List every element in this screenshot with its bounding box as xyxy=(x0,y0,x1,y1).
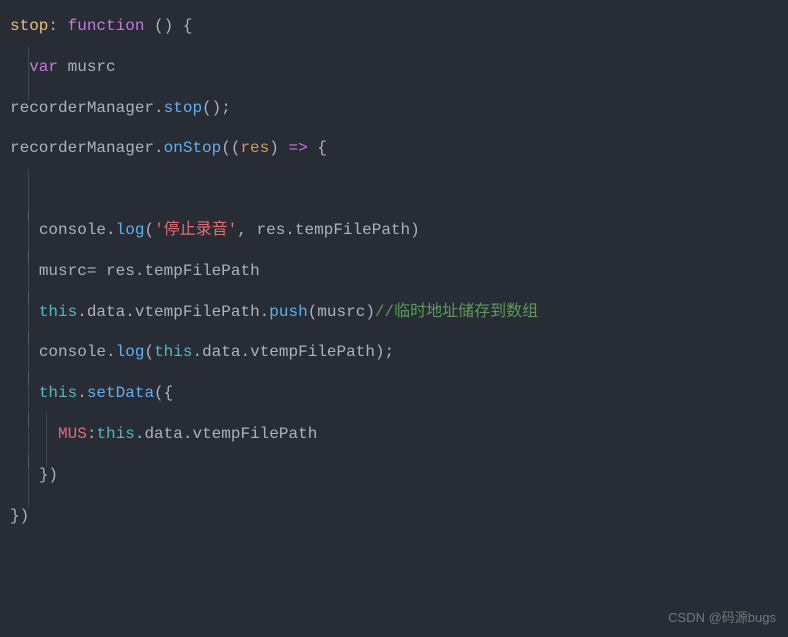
punct: ) xyxy=(410,221,420,239)
punct: () xyxy=(154,17,183,35)
code-line: musrc= res.tempFilePath xyxy=(10,257,778,286)
code-line: }) xyxy=(10,461,778,490)
code-line: stop: function () { xyxy=(10,12,778,41)
property-access: vtempFilePath xyxy=(250,343,375,361)
identifier: console xyxy=(39,221,106,239)
property-access: vtempFilePath xyxy=(192,425,317,443)
punct: . xyxy=(260,303,270,321)
identifier: recorderManager xyxy=(10,99,154,117)
identifier: musrc xyxy=(39,262,87,280)
method-call: onStop xyxy=(164,139,222,157)
punct: . xyxy=(125,303,135,321)
keyword-this: this xyxy=(96,425,134,443)
method-call: setData xyxy=(87,384,154,402)
punct: : xyxy=(87,425,97,443)
keyword-this: this xyxy=(39,384,77,402)
property-access: tempFilePath xyxy=(295,221,410,239)
code-line: MUS:this.data.vtempFilePath xyxy=(10,420,778,449)
property-access: data xyxy=(144,425,182,443)
punct: . xyxy=(77,384,87,402)
code-editor: stop: function () { var musrc recorderMa… xyxy=(10,12,778,530)
punct: . xyxy=(285,221,295,239)
punct: . xyxy=(154,139,164,157)
property-access: data xyxy=(87,303,125,321)
punct: . xyxy=(106,221,116,239)
identifier: console xyxy=(39,343,106,361)
punct: . xyxy=(154,99,164,117)
punct: ) xyxy=(269,139,288,157)
punct: . xyxy=(135,425,145,443)
code-line: console.log('停止录音', res.tempFilePath) xyxy=(10,216,778,245)
punct: (( xyxy=(221,139,240,157)
punct: ) xyxy=(365,303,375,321)
code-line: var musrc xyxy=(10,53,778,82)
punct: . xyxy=(77,303,87,321)
code-line: this.data.vtempFilePath.push(musrc)//临时地… xyxy=(10,298,778,327)
indent xyxy=(10,384,39,402)
indent xyxy=(10,58,29,76)
object-key: MUS xyxy=(58,425,87,443)
param: res xyxy=(240,139,269,157)
identifier: musrc xyxy=(68,58,116,76)
punct: , xyxy=(237,221,256,239)
identifier: musrc xyxy=(317,303,365,321)
indent xyxy=(10,466,39,484)
indent xyxy=(10,343,39,361)
method-call: stop xyxy=(164,99,202,117)
indent xyxy=(10,303,39,321)
identifier: recorderManager xyxy=(10,139,154,157)
code-line: recorderManager.onStop((res) => { xyxy=(10,134,778,163)
keyword-this: this xyxy=(39,303,77,321)
code-line: this.setData({ xyxy=(10,379,778,408)
punct: . xyxy=(192,343,202,361)
punct: . xyxy=(106,343,116,361)
brace: }) xyxy=(39,466,58,484)
arrow: => xyxy=(288,139,317,157)
punct: : xyxy=(48,17,67,35)
indent xyxy=(10,425,58,443)
keyword-var: var xyxy=(29,58,67,76)
code-line: console.log(this.data.vtempFilePath); xyxy=(10,338,778,367)
property-access: data xyxy=(202,343,240,361)
identifier: res xyxy=(256,221,285,239)
brace: { xyxy=(183,17,193,35)
string-literal: '停止录音' xyxy=(154,221,237,239)
keyword-this: this xyxy=(154,343,192,361)
method-call: push xyxy=(269,303,307,321)
identifier: res xyxy=(106,262,135,280)
indent xyxy=(10,262,39,280)
method-call: log xyxy=(116,343,145,361)
punct: ); xyxy=(375,343,394,361)
punct: ({ xyxy=(154,384,173,402)
property-access: tempFilePath xyxy=(144,262,259,280)
property-name: stop xyxy=(10,17,48,35)
blank-line xyxy=(10,175,778,204)
punct: . xyxy=(240,343,250,361)
method-call: log xyxy=(116,221,145,239)
brace: }) xyxy=(10,507,29,525)
comment: //临时地址储存到数组 xyxy=(375,303,538,321)
code-line: }) xyxy=(10,502,778,531)
punct: = xyxy=(87,262,106,280)
indent xyxy=(10,221,39,239)
punct: (); xyxy=(202,99,231,117)
punct: . xyxy=(135,262,145,280)
brace: { xyxy=(317,139,327,157)
punct: ( xyxy=(144,221,154,239)
punct: ( xyxy=(144,343,154,361)
watermark: CSDN @码源bugs xyxy=(668,606,776,629)
punct: ( xyxy=(308,303,318,321)
code-line: recorderManager.stop(); xyxy=(10,94,778,123)
keyword-function: function xyxy=(68,17,154,35)
property-access: vtempFilePath xyxy=(135,303,260,321)
